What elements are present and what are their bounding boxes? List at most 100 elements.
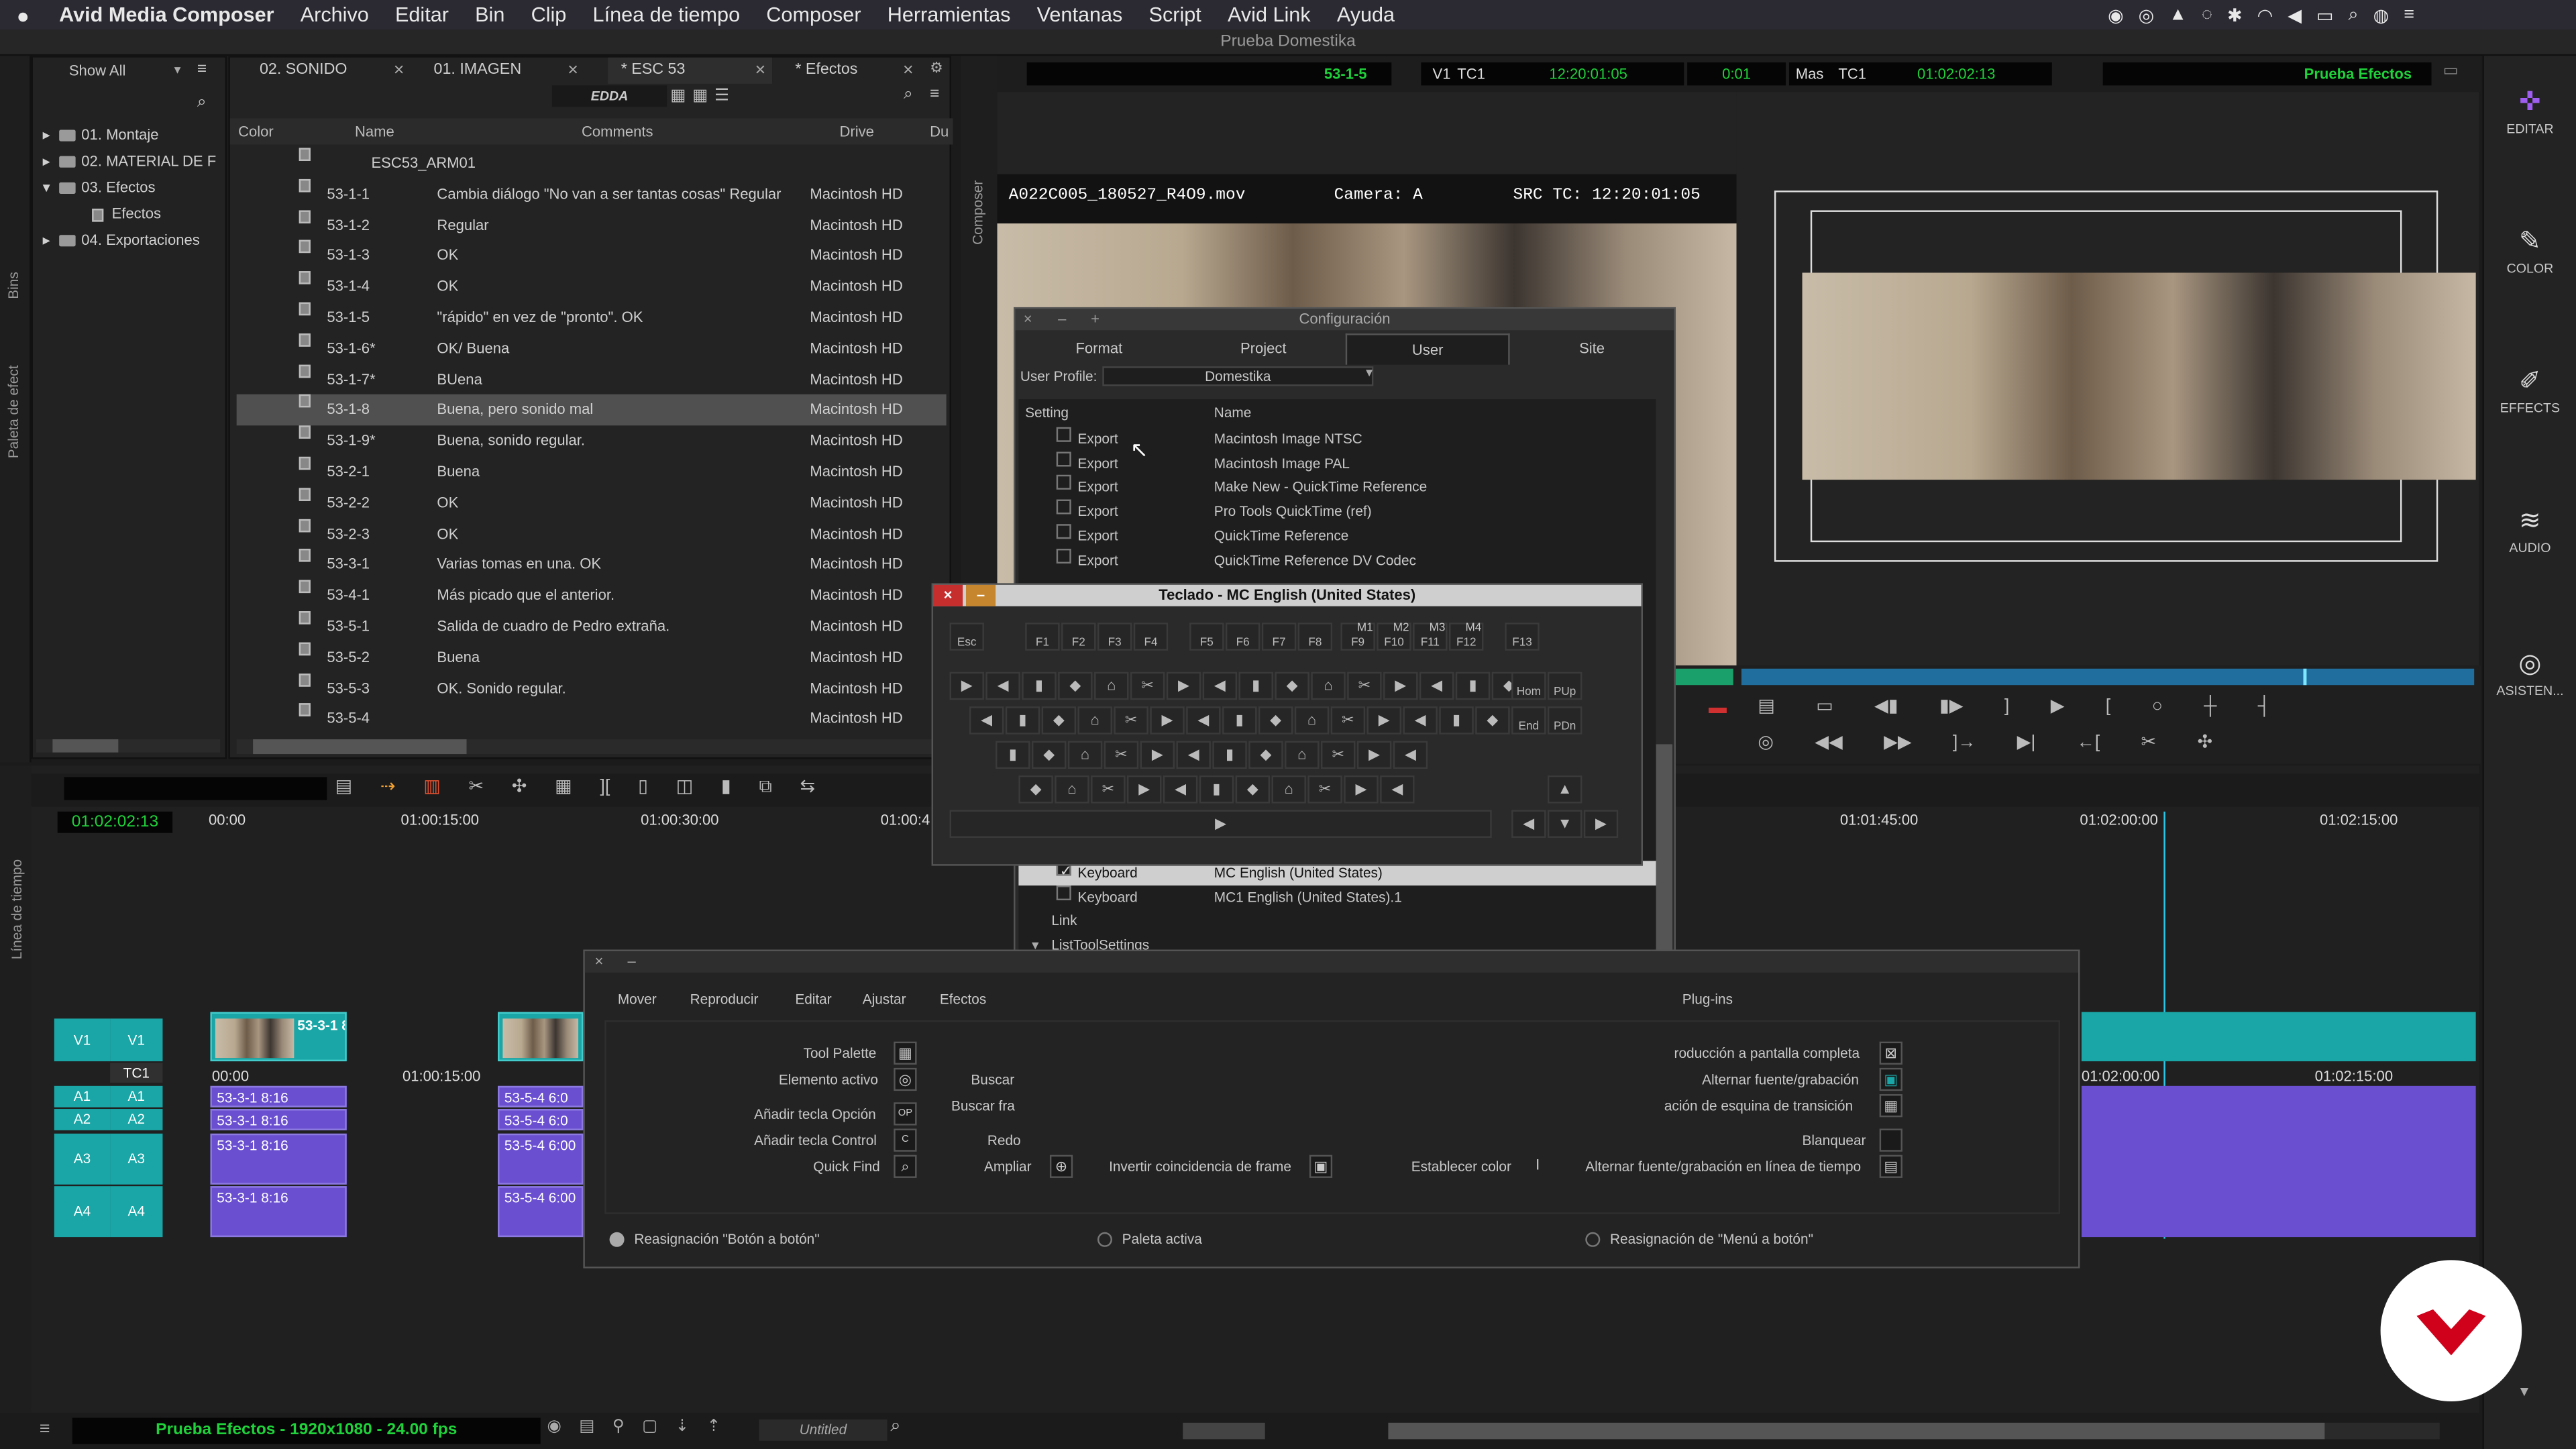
clip-a3[interactable]: 53-3-1 8:16 <box>210 1133 347 1185</box>
track-a3-source[interactable]: A3 <box>54 1133 111 1185</box>
key[interactable]: ▶ <box>1140 741 1175 769</box>
tool-effects[interactable]: ✐ EFFECTS <box>2484 365 2576 416</box>
table-row[interactable]: 53-1-7* BUena Macintosh HD <box>237 364 947 396</box>
cmd-establecer-color[interactable]: Establecer color <box>1411 1159 1511 1175</box>
target-icon[interactable]: ◎ <box>894 1067 917 1091</box>
key[interactable]: ⌂ <box>1294 706 1330 735</box>
arrow-key-icon[interactable]: ▼ <box>1547 810 1582 838</box>
cmd-ampliar[interactable]: Ampliar <box>984 1159 1032 1175</box>
track-tc1[interactable]: TC1 <box>110 1063 163 1083</box>
cloud-icon[interactable]: ◌ <box>2202 5 2212 24</box>
close-icon[interactable]: × <box>903 58 914 84</box>
maximize-icon[interactable]: + <box>1091 309 1099 330</box>
key[interactable]: ◀ <box>1419 672 1454 700</box>
table-row[interactable]: 53-1-3 OK Macintosh HD <box>237 240 947 272</box>
key-esc[interactable]: Esc <box>949 623 984 651</box>
duration-display[interactable]: 0:01 <box>1687 62 1786 86</box>
key[interactable]: ▮ <box>1022 672 1057 700</box>
tab-editar[interactable]: Editar <box>795 991 831 1007</box>
cmd-quick-find[interactable]: Quick Find <box>813 1159 879 1175</box>
track-a4-record[interactable]: A4 <box>110 1186 163 1238</box>
arrow-key-icon[interactable]: ◀ <box>1511 810 1546 838</box>
key[interactable]: ▶ <box>1344 775 1379 804</box>
key[interactable]: ◀ <box>1380 775 1415 804</box>
key[interactable]: ▶ <box>1166 672 1201 700</box>
key[interactable]: ⌂ <box>1285 741 1320 769</box>
table-row[interactable]: 53-5-3 OK. Sonido regular. Macintosh HD <box>237 673 947 704</box>
key[interactable]: ✂ <box>1114 706 1148 735</box>
close-icon[interactable]: × <box>595 951 604 973</box>
key-f8[interactable]: F8 <box>1297 623 1333 651</box>
track-a1-source[interactable]: A1 <box>54 1085 111 1108</box>
tab-ajustar[interactable]: Ajustar <box>863 991 906 1007</box>
tree-item-exportaciones[interactable]: ▸ 04. Exportaciones <box>43 227 200 253</box>
key[interactable]: ◆ <box>1058 672 1093 700</box>
menu-archivo[interactable]: Archivo <box>287 3 382 26</box>
table-row[interactable]: 53-1-9* Buena, sonido regular. Macintosh H… <box>237 425 947 458</box>
tab-site[interactable]: Site <box>1510 333 1674 363</box>
chevron-down-icon[interactable]: ▾ <box>174 62 181 77</box>
tree-scrollbar[interactable] <box>36 739 221 753</box>
fullscreen-icon[interactable]: ⊠ <box>1879 1041 1902 1065</box>
config-row[interactable]: Link <box>1018 909 1659 933</box>
col-drive[interactable]: Drive <box>839 118 873 144</box>
key-f13[interactable]: F13 <box>1505 623 1540 651</box>
menu-list-icon[interactable]: ≡ <box>2404 5 2414 24</box>
search-icon[interactable]: ⌕ <box>904 85 913 103</box>
clip-a4-b[interactable]: 53-5-4 6:00 <box>498 1186 584 1238</box>
key[interactable]: ⌂ <box>1077 706 1112 735</box>
key-nav[interactable]: PUp <box>1547 672 1582 700</box>
key[interactable]: ▶ <box>949 672 984 700</box>
display-icon[interactable]: ▭ <box>2316 4 2333 25</box>
user-profile-select[interactable]: Domestika <box>1102 366 1374 386</box>
config-row[interactable]: Export Pro Tools QuickTime (ref) <box>1018 499 1659 524</box>
bin-view-icons[interactable]: ▦▦☰ <box>670 87 736 105</box>
key[interactable]: ▶ <box>1366 706 1401 735</box>
menu-icon[interactable]: ≡ <box>40 1419 50 1439</box>
avid-icon[interactable]: ▲ <box>2169 5 2187 24</box>
bin-menu-icon[interactable]: ≡ <box>197 61 207 79</box>
tool-asistente[interactable]: ◎ ASISTEN... <box>2484 647 2576 698</box>
cmd-buscar-frame[interactable]: Buscar fra <box>951 1097 1015 1114</box>
col-setting[interactable]: Setting <box>1025 404 1069 420</box>
table-row[interactable]: 53-1-2 Regular Macintosh HD <box>237 209 947 241</box>
config-row[interactable]: Export QuickTime Reference <box>1018 523 1659 548</box>
cmd-redo[interactable]: Redo <box>987 1132 1021 1148</box>
close-icon[interactable]: × <box>755 58 765 84</box>
cmd-tecla-opcion[interactable]: Añadir tecla Opción <box>754 1106 876 1122</box>
key-f1[interactable]: F1 <box>1025 623 1060 651</box>
col-du[interactable]: Du <box>930 118 949 144</box>
table-row[interactable]: 53-5-4 Macintosh HD <box>237 704 947 735</box>
minimize-icon[interactable]: – <box>1058 309 1066 330</box>
key[interactable]: ✂ <box>1307 775 1342 804</box>
minimize-icon[interactable]: – <box>966 584 996 606</box>
menu-ayuda[interactable]: Ayuda <box>1324 3 1407 26</box>
bin-menu-icon[interactable]: ≡ <box>930 85 939 103</box>
record-edit-icons[interactable]: ◎ ◀◀ ▶▶ ]→ ▶| ←[ ✂ ✣ <box>1758 731 2212 752</box>
siri-icon[interactable]: ◍ <box>2373 4 2390 25</box>
apple-icon[interactable]: ● <box>0 3 46 28</box>
timeline-scrollbar[interactable] <box>1388 1422 2440 1440</box>
config-row[interactable]: Export Make New - QuickTime Reference <box>1018 475 1659 500</box>
key[interactable]: ▶ <box>1356 741 1392 769</box>
tree-item-efectos-bin[interactable]: Efectos <box>92 201 161 227</box>
search-icon[interactable]: ⌕ <box>2349 4 2359 25</box>
tree-item-material[interactable]: ▸ 02. MATERIAL DE F <box>43 148 217 174</box>
menu-bin[interactable]: Bin <box>462 3 518 26</box>
tab-efectos[interactable]: Efectos <box>940 991 986 1007</box>
key[interactable]: ◀ <box>969 706 1004 735</box>
key[interactable]: ▮ <box>1439 706 1474 735</box>
cmd-pantalla-completa[interactable]: roducción a pantalla completa <box>1674 1045 1860 1061</box>
key[interactable]: ▮ <box>1199 775 1234 804</box>
search-icon[interactable]: ⌕ <box>890 1416 900 1438</box>
track-a2-record[interactable]: A2 <box>110 1109 163 1130</box>
track-v1-source[interactable]: V1 <box>54 1018 111 1062</box>
arrow-key-icon[interactable]: ▶ <box>1583 810 1619 838</box>
track-a4-source[interactable]: A4 <box>54 1186 111 1238</box>
key[interactable]: ◀ <box>1202 672 1238 700</box>
clip-a2-b[interactable]: 53-5-4 6:0 <box>498 1109 584 1130</box>
source-clip-display[interactable]: 53-1-5 <box>1026 62 1392 86</box>
tab-format[interactable]: Format <box>1017 333 1181 363</box>
radio-paleta-activa[interactable]: Paleta activa <box>1097 1230 1202 1248</box>
menu-herramientas[interactable]: Herramientas <box>874 3 1024 26</box>
